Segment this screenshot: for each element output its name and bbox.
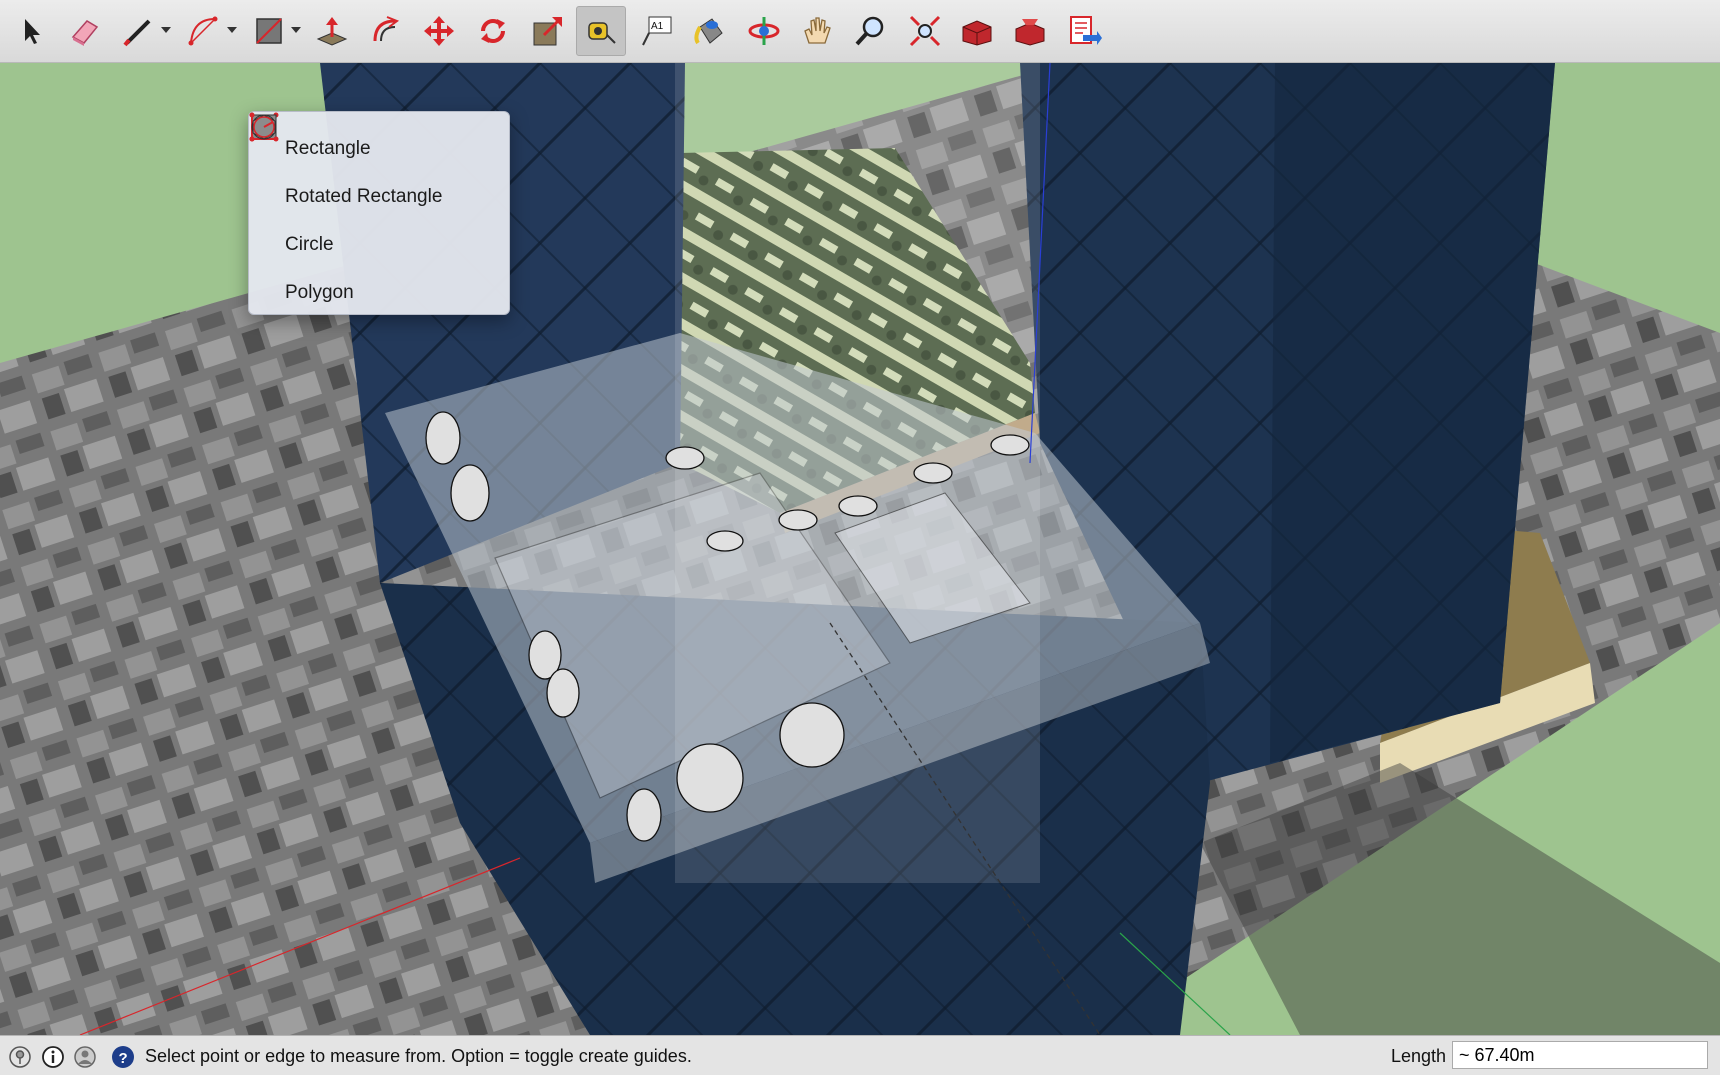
- push-pull-tool-button[interactable]: [307, 6, 357, 56]
- line-tool-dropdown[interactable]: [161, 27, 171, 33]
- menu-item-label: Polygon: [285, 282, 354, 303]
- toolbar: A1: [0, 0, 1720, 63]
- move-tool-button[interactable]: [414, 6, 464, 56]
- svg-text:?: ?: [119, 1050, 128, 1067]
- status-bar: ? Select point or edge to measure from. …: [0, 1035, 1720, 1075]
- shapes-dropdown-menu: Rectangle Rotated Rectangle Circle Polyg…: [248, 111, 510, 315]
- select-tool-button[interactable]: [6, 6, 56, 56]
- scale-tool-icon: [533, 17, 562, 46]
- menu-item-polygon[interactable]: Polygon: [249, 114, 509, 317]
- zoom-tool-button[interactable]: [846, 6, 896, 56]
- measurements-label: Length: [1391, 1046, 1447, 1066]
- extension-warehouse-icon: [1015, 19, 1045, 46]
- polygon-icon: [252, 114, 276, 140]
- tape-measure-tool-button[interactable]: [576, 6, 626, 56]
- offset-tool-icon: [373, 16, 400, 42]
- extension-warehouse-button[interactable]: [1005, 6, 1055, 56]
- credits-info-icon[interactable]: [41, 1045, 65, 1069]
- zoom-tool-icon: [855, 16, 884, 46]
- push-pull-tool-icon: [316, 17, 348, 46]
- eraser-tool-icon: [71, 20, 99, 46]
- offset-tool-button[interactable]: [360, 6, 410, 56]
- shapes-tool-button[interactable]: [244, 6, 294, 56]
- zoom-extents-tool-icon: [909, 15, 941, 47]
- rotate-tool-icon: [481, 19, 505, 43]
- menu-item-rectangle[interactable]: Rectangle: [249, 112, 509, 173]
- arc-tool-dropdown[interactable]: [227, 27, 237, 33]
- shapes-tool-icon: [256, 18, 282, 44]
- 3d-warehouse-button[interactable]: [952, 6, 1002, 56]
- scale-tool-button[interactable]: [523, 6, 573, 56]
- arc-tool-button[interactable]: [178, 6, 228, 56]
- paint-bucket-tool-icon: [694, 18, 723, 45]
- measurements-input[interactable]: [1452, 1041, 1708, 1069]
- menu-item-circle[interactable]: Circle: [249, 114, 509, 269]
- orbit-tool-button[interactable]: [739, 6, 789, 56]
- arc-tool-icon: [188, 16, 218, 46]
- tape-measure-tool-icon: [588, 22, 616, 44]
- shapes-tool-dropdown[interactable]: [291, 27, 301, 33]
- 3d-warehouse-icon: [962, 20, 992, 46]
- menu-item-label: Rotated Rectangle: [285, 186, 443, 207]
- send-to-layout-icon: [1070, 16, 1102, 45]
- geolocation-icon[interactable]: [8, 1045, 32, 1069]
- menu-item-rotated-rectangle[interactable]: Rotated Rectangle: [249, 112, 509, 221]
- pan-tool-button[interactable]: [792, 6, 842, 56]
- status-message: Select point or edge to measure from. Op…: [145, 1046, 692, 1066]
- pan-tool-icon: [804, 17, 831, 44]
- line-tool-button[interactable]: [114, 6, 164, 56]
- user-account-icon[interactable]: [73, 1045, 97, 1069]
- text-tool-label: A1: [651, 21, 664, 32]
- orbit-tool-icon: [748, 17, 780, 45]
- eraser-tool-button[interactable]: [60, 6, 110, 56]
- text-tool-icon: A1: [642, 16, 672, 46]
- model-viewport[interactable]: Rectangle Rotated Rectangle Circle Polyg…: [0, 63, 1720, 1035]
- menu-item-label: Rectangle: [285, 138, 371, 159]
- paint-bucket-tool-button[interactable]: [685, 6, 735, 56]
- zoom-extents-tool-button[interactable]: [900, 6, 950, 56]
- menu-item-label: Circle: [285, 234, 334, 255]
- move-tool-icon: [424, 16, 454, 46]
- text-tool-button[interactable]: A1: [632, 6, 682, 56]
- send-to-layout-button[interactable]: [1060, 6, 1110, 56]
- line-tool-icon: [123, 19, 151, 47]
- select-tool-icon: [25, 19, 40, 44]
- instructor-help-icon[interactable]: ?: [111, 1045, 135, 1069]
- rotate-tool-button[interactable]: [468, 6, 518, 56]
